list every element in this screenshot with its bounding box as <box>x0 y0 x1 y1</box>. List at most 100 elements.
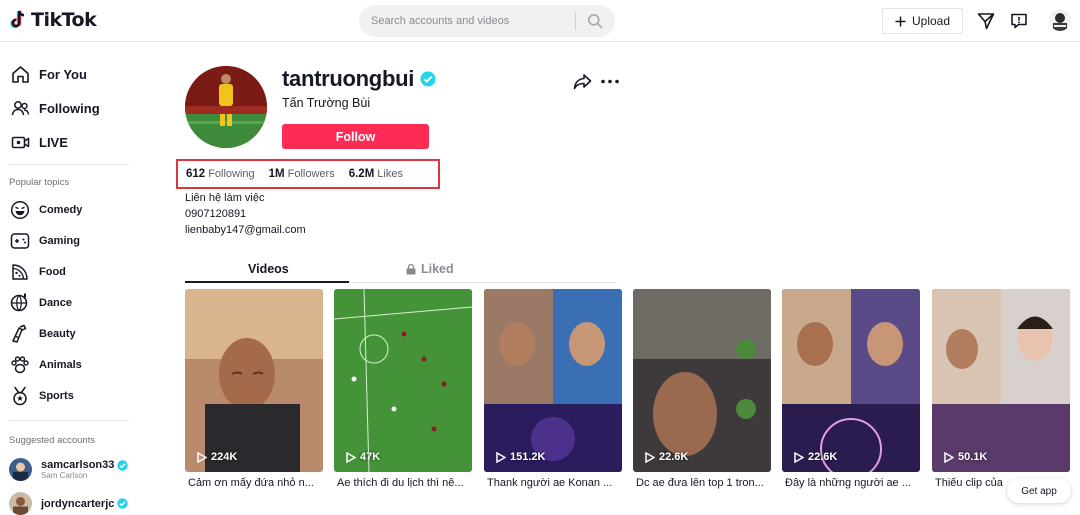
tab-videos[interactable]: Videos <box>248 262 289 276</box>
topic-sports-label: Sports <box>39 390 74 402</box>
lock-icon <box>406 264 416 275</box>
video-thumbnail <box>633 289 771 472</box>
topic-gaming[interactable]: Gaming <box>10 231 80 251</box>
play-icon <box>794 452 804 463</box>
profile-avatar <box>185 66 267 148</box>
topic-dance[interactable]: Dance <box>10 293 72 313</box>
view-count-text: 22.6K <box>659 451 688 463</box>
view-count: 151.2K <box>496 451 545 463</box>
nav-live[interactable]: LIVE <box>11 133 68 152</box>
avatar-image <box>1049 9 1071 31</box>
view-count: 47K <box>346 451 380 463</box>
following-count: 612 <box>186 168 205 180</box>
upload-button[interactable]: Upload <box>882 8 963 34</box>
sidebar-divider <box>9 164 129 165</box>
avatar <box>9 458 32 481</box>
share-button[interactable] <box>573 72 592 96</box>
profile-username-text: tantruongbui <box>282 66 414 92</box>
search-bar <box>359 5 615 37</box>
topic-beauty[interactable]: Beauty <box>10 324 76 344</box>
tiktok-logo[interactable]: TikTok <box>10 9 96 31</box>
stat-likes: 6.2MLikes <box>349 168 403 180</box>
video-caption[interactable]: Thiếu clip của <box>935 477 1005 489</box>
follow-button[interactable]: Follow <box>282 124 429 149</box>
get-app-button[interactable]: Get app <box>1007 479 1071 503</box>
view-count-text: 22.6K <box>808 451 837 463</box>
sidebar: For You Following LIVE Popular topics Co… <box>0 43 160 508</box>
upload-label: Upload <box>912 14 950 28</box>
video-card[interactable]: 50.1K <box>932 289 1070 472</box>
likes-label: Likes <box>377 168 403 180</box>
nav-for-you[interactable]: For You <box>11 65 87 84</box>
suggested-name: Sam Carlson <box>41 471 128 480</box>
profile-username: tantruongbui <box>282 66 436 92</box>
topic-dance-label: Dance <box>39 297 72 309</box>
video-card[interactable]: 22.6K <box>782 289 920 472</box>
suggested-account-samcarlson33[interactable]: samcarlson33 Sam Carlson <box>9 458 128 481</box>
plus-icon <box>895 16 906 27</box>
video-card[interactable]: 47K <box>334 289 472 472</box>
logo-text: TikTok <box>31 9 96 31</box>
share-icon <box>573 72 592 91</box>
video-caption[interactable]: Đây là những người ae ... <box>785 477 925 489</box>
video-thumbnail <box>185 289 323 472</box>
more-options-button[interactable] <box>600 72 620 96</box>
tab-active-indicator <box>185 281 349 283</box>
search-input[interactable] <box>359 15 575 27</box>
video-card[interactable]: 224K <box>185 289 323 472</box>
messages-button[interactable] <box>975 10 997 32</box>
view-count: 50.1K <box>944 451 987 463</box>
video-caption[interactable]: Thank người ae Konan ... <box>487 477 627 489</box>
comedy-icon <box>10 200 30 220</box>
search-icon <box>587 13 603 29</box>
sidebar-divider <box>9 420 129 421</box>
top-bar: TikTok Upload <box>0 0 1080 42</box>
video-caption[interactable]: Cảm ơn mấy đứa nhỏ n... <box>188 477 328 489</box>
play-icon <box>645 452 655 463</box>
nav-live-label: LIVE <box>39 135 68 150</box>
tiktok-logo-icon <box>10 10 28 30</box>
topic-sports[interactable]: Sports <box>10 386 74 406</box>
tab-liked-label: Liked <box>421 262 454 276</box>
avatar[interactable] <box>1049 9 1071 31</box>
bio-line: Liên hệ làm việc <box>185 192 265 204</box>
inbox-icon <box>1010 12 1028 30</box>
inbox-button[interactable] <box>1008 10 1030 32</box>
nav-following[interactable]: Following <box>11 99 100 118</box>
video-thumbnail <box>782 289 920 472</box>
more-icon <box>600 72 620 91</box>
stat-following[interactable]: 612Following <box>186 168 255 180</box>
suggested-account-jordyncarterjc[interactable]: jordyncarterjc <box>9 492 128 515</box>
bio-line: lienbaby147@gmail.com <box>185 224 306 236</box>
followers-count: 1M <box>269 168 285 180</box>
verified-badge-icon <box>117 460 128 471</box>
beauty-icon <box>10 324 30 344</box>
play-icon <box>346 452 356 463</box>
topic-comedy[interactable]: Comedy <box>10 200 82 220</box>
topic-gaming-label: Gaming <box>39 235 80 247</box>
video-caption[interactable]: Dc ae đưa lên top 1 tron... <box>636 477 776 489</box>
topic-food[interactable]: Food <box>10 262 66 282</box>
video-card[interactable]: 22.6K <box>633 289 771 472</box>
dance-icon <box>10 293 30 313</box>
stat-followers[interactable]: 1MFollowers <box>269 168 335 180</box>
profile-stats: 612Following 1MFollowers 6.2MLikes <box>176 159 440 189</box>
food-icon <box>10 262 30 282</box>
topic-animals[interactable]: Animals <box>10 355 82 375</box>
search-button[interactable] <box>576 5 614 37</box>
popular-topics-title: Popular topics <box>9 177 69 188</box>
verified-badge-icon <box>117 498 128 509</box>
view-count: 22.6K <box>645 451 688 463</box>
animals-icon <box>10 355 30 375</box>
following-icon <box>11 99 30 118</box>
video-caption[interactable]: Ae thích đi du lịch thì nê... <box>337 477 477 489</box>
send-icon <box>977 12 995 30</box>
view-count-text: 151.2K <box>510 451 545 463</box>
topic-animals-label: Animals <box>39 359 82 371</box>
following-label: Following <box>208 168 254 180</box>
tab-liked[interactable]: Liked <box>406 262 454 276</box>
view-count: 22.6K <box>794 451 837 463</box>
video-card[interactable]: 151.2K <box>484 289 622 472</box>
live-icon <box>11 133 30 152</box>
view-count: 224K <box>197 451 237 463</box>
